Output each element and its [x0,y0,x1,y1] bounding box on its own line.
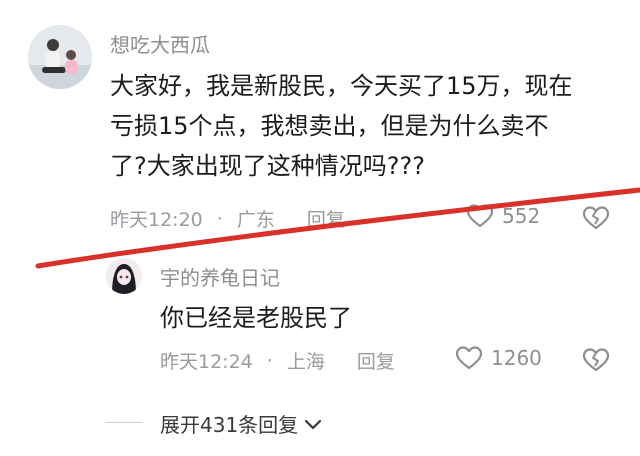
expand-divider [106,422,142,423]
broken-heart-icon [582,348,610,372]
reply-like-button[interactable]: 1260 [455,345,542,371]
heart-outline-icon [455,346,483,370]
reply-dislike-button[interactable] [582,347,610,377]
like-count: 1260 [491,346,542,370]
comment-location: 广东 [236,209,275,231]
like-count: 552 [502,204,541,228]
reply-button[interactable]: 回复 [357,347,395,374]
reply-text: 你已经是老股民了 [160,304,352,332]
comment-time: 昨天12:20 [110,209,203,231]
comment-text-line: 了?大家出现了这种情况吗??? [110,152,425,180]
like-button[interactable]: 552 [466,203,540,229]
comment-meta: 昨天12:20 · 广东 回复 [110,205,345,232]
dislike-button[interactable] [582,205,610,235]
chevron-down-icon [305,419,322,429]
separator-dot: · [216,207,223,230]
reply-location: 上海 [286,351,325,373]
reply-meta: 昨天12:24 · 上海 回复 [160,347,395,374]
commenter-username[interactable]: 想吃大西瓜 [110,29,210,58]
commenter-avatar[interactable] [28,25,92,89]
comment-text-line: 大家好，我是新股民，今天买了15万，现在 [110,72,573,100]
comment-text: 大家好，我是新股民，今天买了15万，现在 亏损15个点，我想卖出，但是为什么卖不… [110,66,620,186]
heart-outline-icon [466,204,494,228]
broken-heart-icon [582,206,610,230]
expand-replies-label: 展开431条回复 [160,413,299,437]
reply-button[interactable]: 回复 [307,205,345,232]
replier-avatar[interactable] [106,258,142,294]
reply-time: 昨天12:24 [160,351,253,373]
separator-dot: · [266,349,273,372]
replier-username[interactable]: 宇的养龟日记 [160,262,280,291]
expand-replies-button[interactable]: 展开431条回复 [160,409,322,438]
comment-text-line: 亏损15个点，我想卖出，但是为什么卖不 [110,112,549,140]
